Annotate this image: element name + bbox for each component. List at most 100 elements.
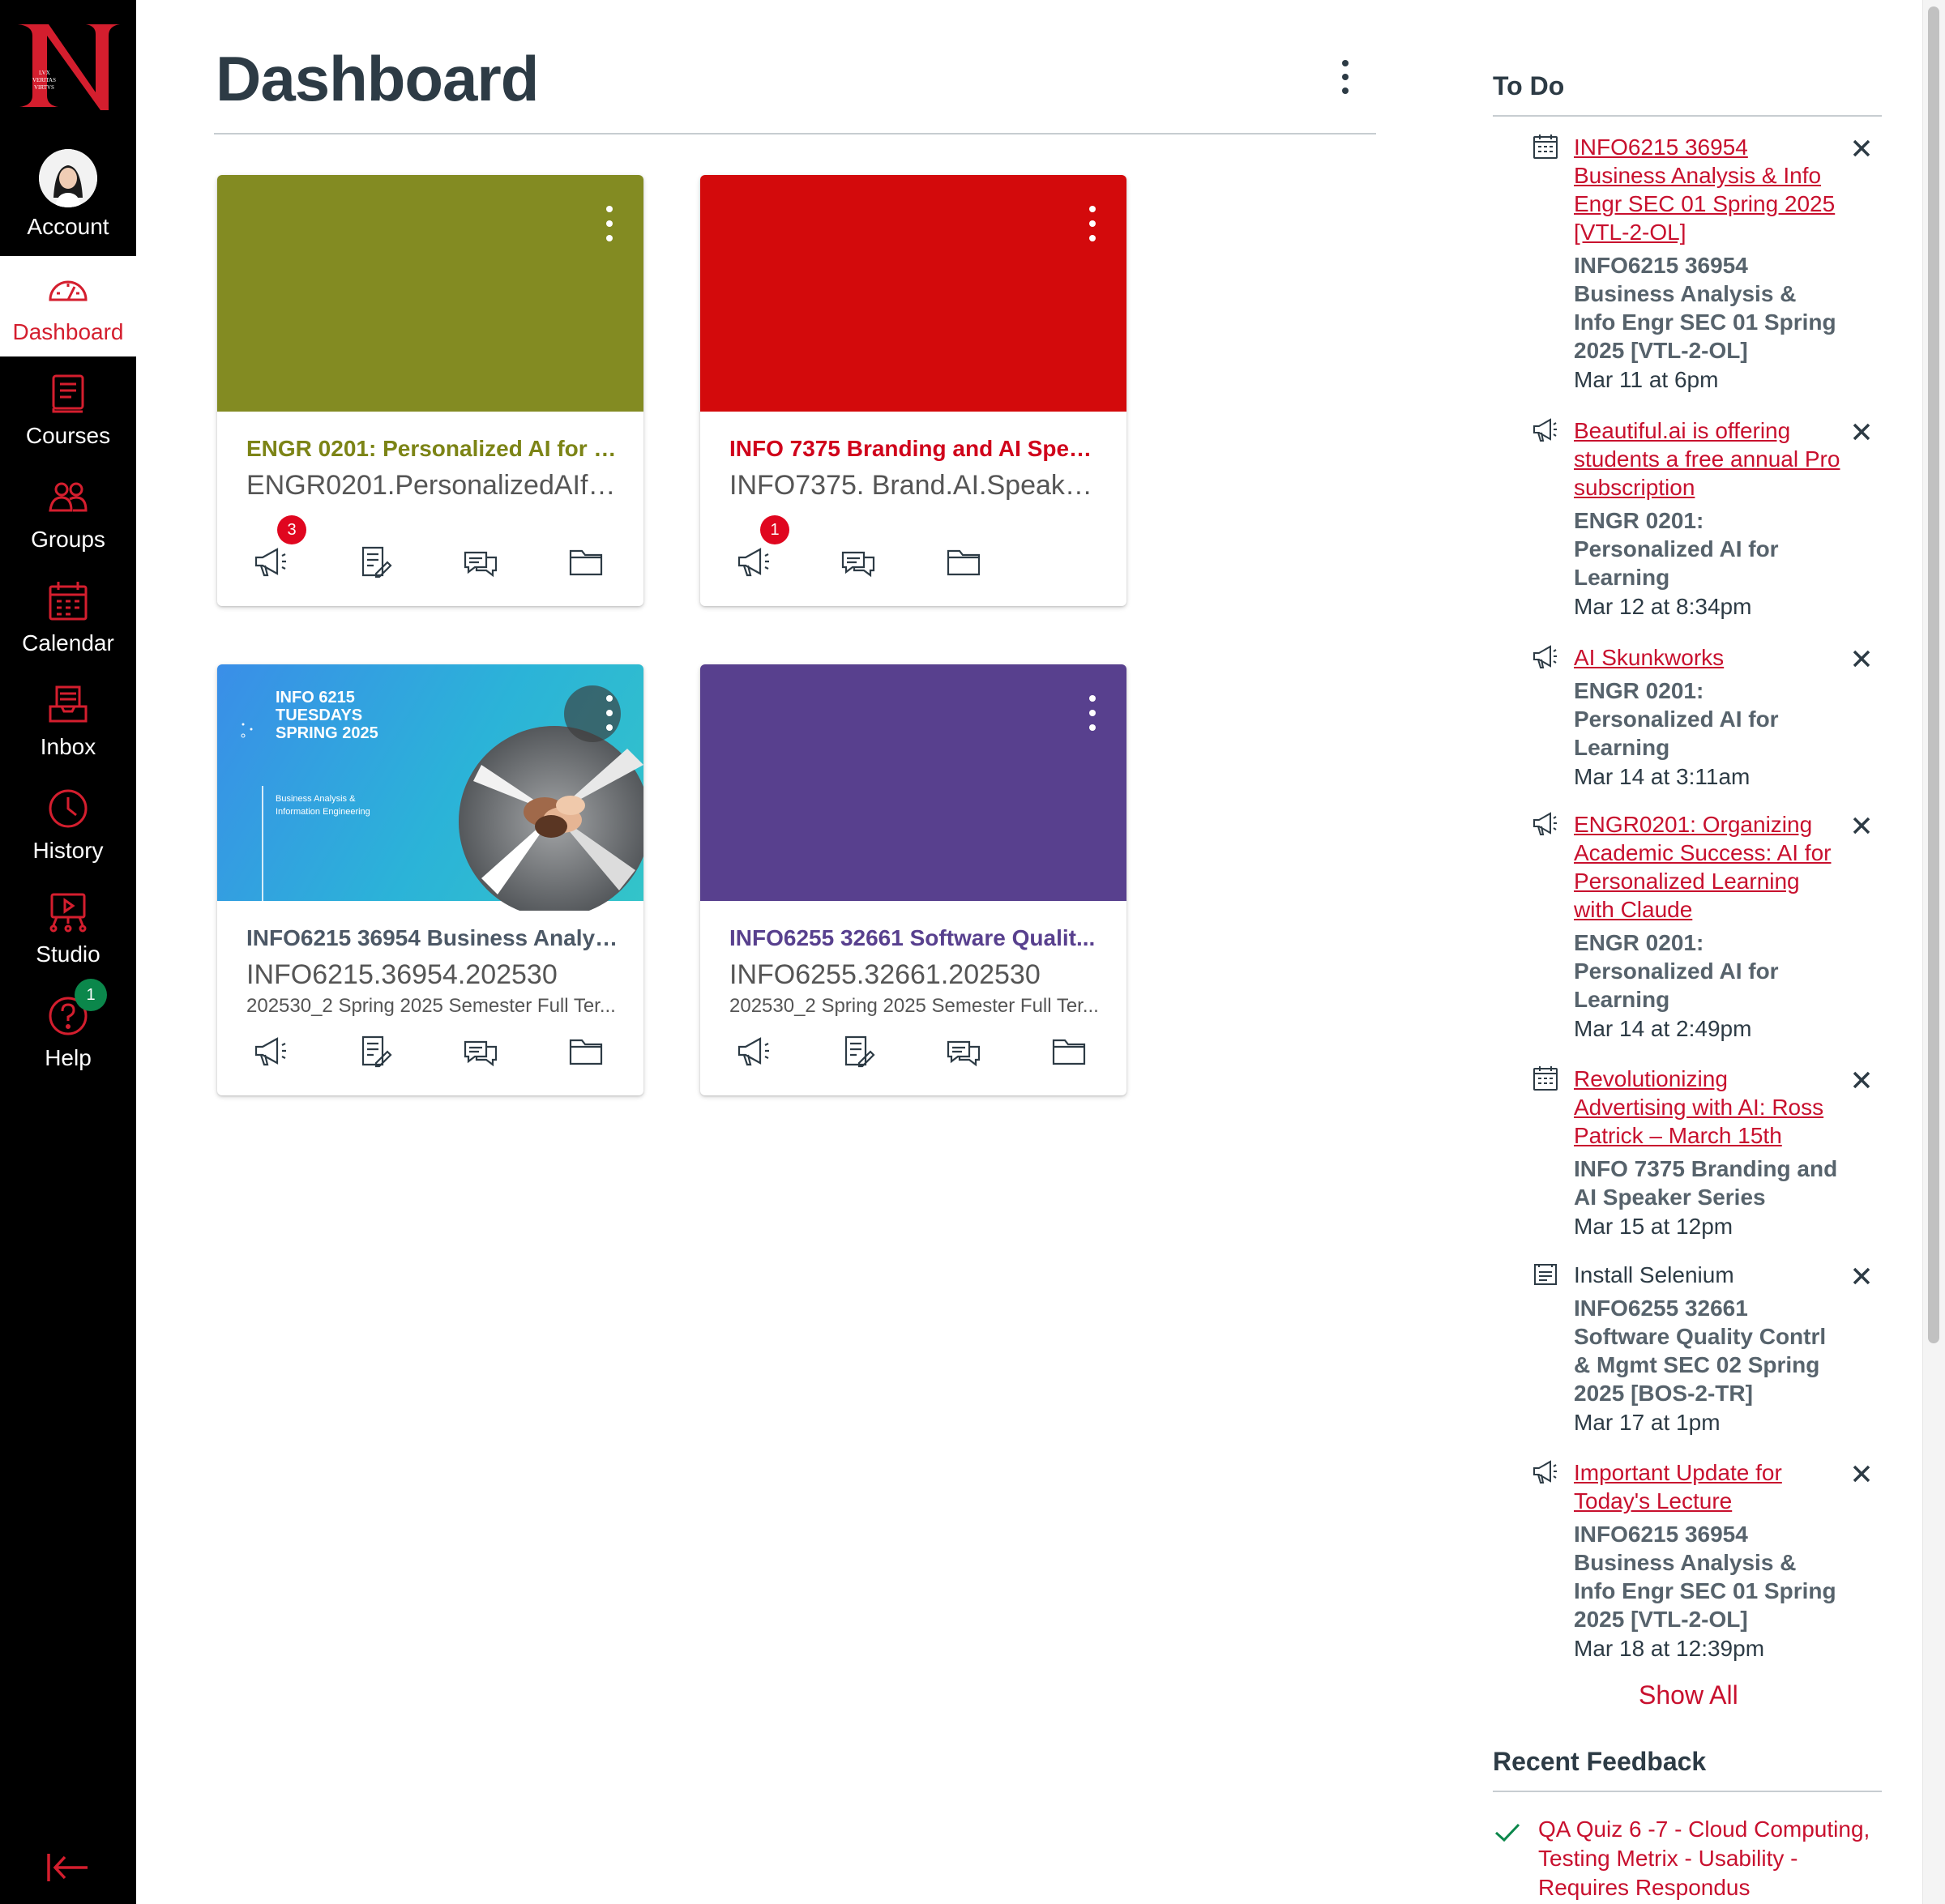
- nav-groups[interactable]: Groups: [0, 463, 136, 564]
- right-sidebar: To Do INFO6215 36954 Business Analysis &…: [1493, 0, 1882, 1904]
- svg-text:VERITAS: VERITAS: [32, 77, 56, 83]
- files-icon[interactable]: [567, 1032, 605, 1069]
- todo-date: Mar 14 at 2:49pm: [1574, 1016, 1752, 1041]
- card-hero[interactable]: [217, 175, 643, 412]
- announcements-icon[interactable]: [251, 543, 289, 580]
- course-card-info7375[interactable]: INFO 7375 Branding and AI Speak... INFO7…: [700, 175, 1126, 606]
- todo-date: Mar 11 at 6pm: [1574, 367, 1719, 392]
- nav-courses[interactable]: Courses: [0, 360, 136, 460]
- collapse-nav-icon[interactable]: [44, 1847, 92, 1888]
- discussions-icon[interactable]: [462, 543, 499, 580]
- announcements-icon[interactable]: [734, 543, 772, 580]
- assignments-icon[interactable]: [357, 543, 394, 580]
- studio-icon: [49, 893, 87, 933]
- nav-calendar[interactable]: Calendar: [0, 567, 136, 668]
- course-card-info6215[interactable]: INFO 6215 TUESDAYS SPRING 2025 Business …: [217, 664, 643, 1095]
- dashboard-icon: [49, 280, 88, 301]
- card-options-icon[interactable]: [1086, 206, 1099, 254]
- course-card-engr0201[interactable]: ENGR 0201: Personalized AI for L... ENGR…: [217, 175, 643, 606]
- northeastern-logo[interactable]: LVX VERITAS VIRTVS: [13, 18, 123, 115]
- help-badge: 1: [75, 979, 107, 1011]
- nav-inbox-label: Inbox: [40, 734, 96, 759]
- todo-title-link[interactable]: AI Skunkworks: [1574, 643, 1841, 672]
- show-all-link[interactable]: Show All: [1639, 1680, 1738, 1710]
- todo-title-link[interactable]: Beautiful.ai is offering students a free…: [1574, 416, 1841, 502]
- nav-help-label: Help: [45, 1045, 92, 1070]
- files-icon[interactable]: [945, 543, 982, 580]
- dismiss-icon[interactable]: [1849, 1264, 1874, 1288]
- discussions-icon[interactable]: [462, 1032, 499, 1069]
- todo-date: Mar 15 at 12pm: [1574, 1214, 1733, 1239]
- nav-inbox[interactable]: Inbox: [0, 671, 136, 771]
- nav-history[interactable]: History: [0, 775, 136, 875]
- checkmark-icon: [1494, 1823, 1520, 1842]
- card-title[interactable]: INFO6215 36954 Business Analys...: [246, 925, 619, 951]
- files-icon[interactable]: [567, 543, 605, 580]
- nav-dashboard[interactable]: Dashboard: [0, 256, 136, 356]
- dismiss-icon[interactable]: [1849, 1068, 1874, 1092]
- card-hero[interactable]: [700, 664, 1126, 901]
- avatar: [39, 149, 97, 207]
- todo-course: INFO 7375 Branding and AI Speaker Series: [1574, 1156, 1838, 1210]
- inbox-icon: [49, 685, 88, 723]
- todo-date: Mar 18 at 12:39pm: [1574, 1636, 1765, 1661]
- calendar-icon: [1533, 134, 1558, 159]
- scroll-thumb[interactable]: [1928, 6, 1939, 1343]
- nav-studio[interactable]: Studio: [0, 878, 136, 979]
- assignment-icon: [1534, 1264, 1557, 1285]
- courses-icon: [52, 374, 84, 413]
- dismiss-icon[interactable]: [1849, 420, 1874, 444]
- dismiss-icon[interactable]: [1849, 136, 1874, 160]
- dashboard-main: Dashboard ENGR 0201: Personalized AI for…: [136, 0, 1376, 1904]
- files-icon[interactable]: [1050, 1032, 1088, 1069]
- announcements-icon[interactable]: [734, 1032, 772, 1069]
- todo-course: INFO6215 36954 Business Analysis & Info …: [1574, 253, 1836, 363]
- nav-account[interactable]: Account: [0, 143, 136, 254]
- dismiss-icon[interactable]: [1849, 647, 1874, 671]
- nav-courses-label: Courses: [25, 423, 111, 448]
- card-title[interactable]: INFO 7375 Branding and AI Speak...: [729, 436, 1102, 462]
- nav-help[interactable]: Help: [0, 982, 136, 1082]
- page-scrollbar[interactable]: [1922, 0, 1945, 1904]
- card-hero[interactable]: [700, 175, 1126, 412]
- announcement-icon: [1533, 645, 1557, 668]
- todo-heading: To Do: [1493, 71, 1565, 100]
- todo-date: Mar 14 at 3:11am: [1574, 764, 1750, 789]
- nav-groups-label: Groups: [31, 527, 105, 552]
- groups-icon: [49, 482, 88, 512]
- discussions-icon[interactable]: [945, 1032, 982, 1069]
- assignments-icon[interactable]: [840, 1032, 877, 1069]
- todo-title-link[interactable]: Revolutionizing Advertising with AI: Ros…: [1574, 1065, 1841, 1150]
- hands-photo: [459, 726, 643, 911]
- card-title[interactable]: INFO6255 32661 Software Qualit...: [729, 925, 1102, 951]
- assignments-icon[interactable]: [357, 1032, 394, 1069]
- dashboard-options-icon[interactable]: [1331, 57, 1360, 97]
- hero-subtitle: Business Analysis & Information Engineer…: [276, 794, 370, 817]
- discussions-icon[interactable]: [840, 543, 877, 580]
- todo-title-link[interactable]: INFO6215 36954 Business Analysis & Info …: [1574, 133, 1841, 246]
- todo-date: Mar 12 at 8:34pm: [1574, 594, 1752, 619]
- announcement-icon: [1533, 418, 1557, 442]
- todo-title[interactable]: Install Selenium: [1574, 1261, 1841, 1289]
- dismiss-icon[interactable]: [1849, 1462, 1874, 1486]
- feedback-link[interactable]: QA Quiz 6 -7 - Cloud Computing, Testing …: [1538, 1815, 1879, 1902]
- announcement-icon: [1533, 1460, 1557, 1483]
- card-hero-image[interactable]: INFO 6215 TUESDAYS SPRING 2025 Business …: [217, 664, 643, 911]
- card-options-icon[interactable]: [603, 695, 616, 744]
- course-card-info6255[interactable]: INFO6255 32661 Software Qualit... INFO62…: [700, 664, 1126, 1095]
- card-options-icon[interactable]: [603, 206, 616, 254]
- hero-divider: [262, 786, 263, 901]
- dismiss-icon[interactable]: [1849, 813, 1874, 838]
- calendar-icon: [49, 582, 88, 621]
- announcements-icon[interactable]: [251, 1032, 289, 1069]
- hero-heading: INFO 6215 TUESDAYS SPRING 2025: [276, 689, 378, 742]
- card-title[interactable]: ENGR 0201: Personalized AI for L...: [246, 436, 619, 462]
- card-options-icon[interactable]: [1086, 695, 1099, 744]
- announcements-badge-card2: 1: [760, 515, 789, 544]
- history-icon: [49, 789, 88, 828]
- todo-title-link[interactable]: Important Update for Today's Lecture: [1574, 1458, 1841, 1515]
- todo-course: ENGR 0201: Personalized AI for Learning: [1574, 508, 1779, 590]
- todo-title-link[interactable]: ENGR0201: Organizing Academic Success: A…: [1574, 810, 1841, 924]
- announcements-badge: 3: [277, 515, 306, 544]
- todo-course: ENGR 0201: Personalized AI for Learning: [1574, 678, 1779, 760]
